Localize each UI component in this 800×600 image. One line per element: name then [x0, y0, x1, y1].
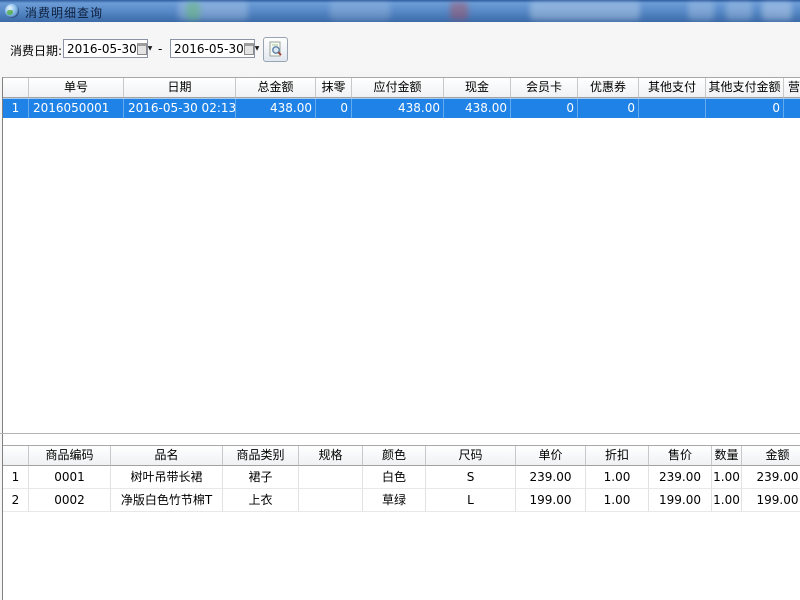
- order-rounding: 0: [316, 99, 352, 118]
- items-col-spec[interactable]: 规格: [299, 446, 363, 466]
- items-col-size[interactable]: 尺码: [426, 446, 516, 466]
- item-spec: [299, 466, 363, 489]
- items-col-category[interactable]: 商品类别: [223, 446, 299, 466]
- order-clerk: [784, 99, 800, 118]
- order-member-card: 0: [511, 99, 578, 118]
- items-col-name[interactable]: 品名: [111, 446, 223, 466]
- item-code: 0002: [29, 489, 111, 512]
- item-size: L: [426, 489, 516, 512]
- titlebar: 消费明细查询: [0, 0, 800, 22]
- item-price: 239.00: [516, 466, 586, 489]
- dropdown-caret-icon[interactable]: ▼: [148, 39, 153, 58]
- calendar-icon: [244, 43, 254, 55]
- order-other-pay-amount: 0: [706, 99, 784, 118]
- order-number: 2016050001: [29, 99, 124, 118]
- items-col-amount[interactable]: 金额: [742, 446, 800, 466]
- calendar-icon: [137, 43, 147, 55]
- titlebar-blur-decoration: [450, 2, 468, 20]
- items-col-index[interactable]: [3, 446, 29, 466]
- items-col-price[interactable]: 单价: [516, 446, 586, 466]
- titlebar-blur-decoration: [330, 2, 390, 20]
- orders-col-payable[interactable]: 应付金额: [352, 78, 444, 98]
- order-total: 438.00: [236, 99, 316, 118]
- item-qty: 1.00: [712, 489, 742, 512]
- items-col-sale-price[interactable]: 售价: [649, 446, 712, 466]
- item-row-index: 1: [3, 466, 29, 489]
- titlebar-blur-decoration: [186, 2, 200, 20]
- titlebar-blur-decoration: [762, 2, 792, 20]
- item-name: 树叶吊带长裙: [111, 466, 223, 489]
- query-toolbar: 消费日期: 2016-05-30 ▼ - 2016-05-30 ▼: [0, 22, 800, 72]
- items-col-color[interactable]: 颜色: [363, 446, 426, 466]
- date-range-label: 消费日期:: [10, 42, 62, 59]
- item-discount: 1.00: [586, 489, 649, 512]
- items-table-header: 商品编码 品名 商品类别 规格 颜色 尺码 单价 折扣 售价 数量 金额: [3, 446, 800, 466]
- item-discount: 1.00: [586, 466, 649, 489]
- dropdown-caret-icon[interactable]: ▼: [255, 39, 260, 58]
- titlebar-blur-decoration: [688, 2, 714, 20]
- item-sale-price: 239.00: [649, 466, 712, 489]
- orders-table: 单号 日期 总金额 抹零 应付金额 现金 会员卡 优惠券 其他支付 其他支付金额…: [2, 77, 800, 434]
- item-category: 裙子: [223, 466, 299, 489]
- orders-col-other-amount[interactable]: 其他支付金额: [706, 78, 784, 98]
- consumption-detail-window: 消费明细查询 消费日期: 2016-05-30 ▼ - 2016-05-30 ▼: [0, 0, 800, 600]
- orders-col-other-pay[interactable]: 其他支付: [639, 78, 706, 98]
- items-table-row[interactable]: 2 0002 净版白色竹节棉T 上衣 草绿 L 199.00 1.00 199.…: [3, 489, 800, 512]
- item-size: S: [426, 466, 516, 489]
- orders-col-total[interactable]: 总金额: [236, 78, 316, 98]
- date-from-input[interactable]: 2016-05-30 ▼: [63, 39, 148, 58]
- date-from-value: 2016-05-30: [64, 42, 137, 56]
- item-amount: 239.00: [742, 466, 800, 489]
- order-datetime: 2016-05-30 02:13:50: [124, 99, 236, 118]
- orders-col-clerk[interactable]: 营业员: [784, 78, 800, 98]
- date-range-separator: -: [158, 42, 162, 56]
- order-row-index: 1: [3, 99, 29, 118]
- items-col-discount[interactable]: 折扣: [586, 446, 649, 466]
- orders-col-coupon[interactable]: 优惠券: [578, 78, 639, 98]
- item-spec: [299, 489, 363, 512]
- items-col-qty[interactable]: 数量: [712, 446, 742, 466]
- orders-col-rounding[interactable]: 抹零: [316, 78, 352, 98]
- item-category: 上衣: [223, 489, 299, 512]
- item-price: 199.00: [516, 489, 586, 512]
- order-other-payment: [639, 99, 706, 118]
- items-table-row[interactable]: 1 0001 树叶吊带长裙 裙子 白色 S 239.00 1.00 239.00…: [3, 466, 800, 489]
- items-table: 商品编码 品名 商品类别 规格 颜色 尺码 单价 折扣 售价 数量 金额 1 0…: [3, 445, 800, 512]
- search-document-icon: [267, 41, 284, 58]
- orders-table-header: 单号 日期 总金额 抹零 应付金额 现金 会员卡 优惠券 其他支付 其他支付金额…: [3, 78, 800, 98]
- window-title: 消费明细查询: [25, 4, 103, 21]
- item-amount: 199.00: [742, 489, 800, 512]
- item-sale-price: 199.00: [649, 489, 712, 512]
- item-color: 草绿: [363, 489, 426, 512]
- orders-col-date[interactable]: 日期: [124, 78, 236, 98]
- app-icon: [5, 4, 19, 18]
- item-color: 白色: [363, 466, 426, 489]
- date-to-input[interactable]: 2016-05-30 ▼: [170, 39, 255, 58]
- date-to-value: 2016-05-30: [171, 42, 244, 56]
- orders-col-order-no[interactable]: 单号: [29, 78, 124, 98]
- titlebar-blur-decoration: [530, 2, 640, 20]
- search-button[interactable]: [263, 37, 288, 62]
- order-payable: 438.00: [352, 99, 444, 118]
- item-qty: 1.00: [712, 466, 742, 489]
- titlebar-blur-decoration: [726, 2, 752, 20]
- orders-col-member-card[interactable]: 会员卡: [511, 78, 578, 98]
- item-name: 净版白色竹节棉T: [111, 489, 223, 512]
- items-col-code[interactable]: 商品编码: [29, 446, 111, 466]
- order-cash: 438.00: [444, 99, 511, 118]
- item-row-index: 2: [3, 489, 29, 512]
- item-code: 0001: [29, 466, 111, 489]
- order-coupon: 0: [578, 99, 639, 118]
- orders-col-cash[interactable]: 现金: [444, 78, 511, 98]
- orders-col-index[interactable]: [3, 78, 29, 98]
- items-panel: 商品编码 品名 商品类别 规格 颜色 尺码 单价 折扣 售价 数量 金额 1 0…: [2, 434, 800, 600]
- orders-table-row-selected[interactable]: 1 2016050001 2016-05-30 02:13:50 438.00 …: [3, 98, 800, 118]
